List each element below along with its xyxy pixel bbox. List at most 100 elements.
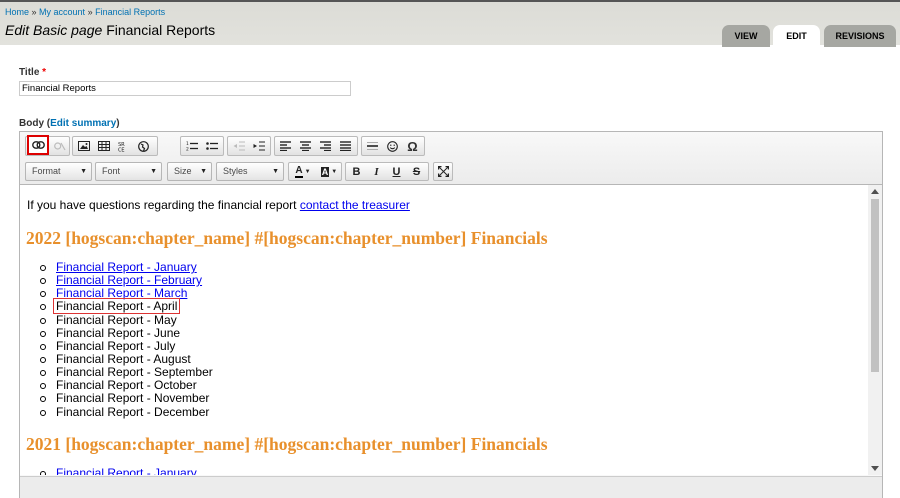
size-combo-label: Size xyxy=(174,166,192,176)
required-mark: * xyxy=(42,67,47,78)
intro-text: If you have questions regarding the fina… xyxy=(27,198,300,212)
bullet-icon xyxy=(40,396,46,403)
italic-button[interactable]: I xyxy=(368,164,385,179)
report-link[interactable]: Financial Report - January xyxy=(56,260,197,274)
report-text: Financial Report - August xyxy=(56,351,191,366)
bulleted-list-icon[interactable] xyxy=(203,138,220,154)
page-header: Home » My account » Financial Reports Ed… xyxy=(0,0,900,47)
image-icon[interactable] xyxy=(75,138,92,154)
edit-summary-link[interactable]: Edit summary xyxy=(50,118,116,129)
underline-button[interactable]: U xyxy=(388,164,405,179)
format-combo[interactable]: Format ▼ xyxy=(25,162,92,181)
strikethrough-button[interactable]: S xyxy=(408,164,425,179)
tab-edit[interactable]: EDIT xyxy=(773,25,820,47)
tab-revisions[interactable]: REVISIONS xyxy=(824,25,896,47)
omega-icon[interactable]: Ω xyxy=(404,138,421,154)
unlink-icon[interactable] xyxy=(51,138,68,154)
report-text: Financial Report - July xyxy=(56,338,176,353)
chevron-down-icon: ▼ xyxy=(150,168,157,175)
svg-text:2: 2 xyxy=(186,147,189,152)
background-color-button[interactable]: A ▼ xyxy=(317,164,341,179)
toolbar-group-maximize xyxy=(433,162,453,181)
smiley-icon[interactable] xyxy=(384,138,401,154)
bullet-icon xyxy=(40,343,46,350)
intro-paragraph: If you have questions regarding the fina… xyxy=(27,198,410,212)
body-label-text: Body xyxy=(19,118,44,129)
outdent-icon[interactable] xyxy=(230,138,247,154)
title-label: Title * xyxy=(19,67,46,78)
horizontal-rule-icon[interactable] xyxy=(364,138,381,154)
list-item: Financial Report - December xyxy=(40,405,213,419)
report-text: Financial Report - September xyxy=(56,365,213,380)
bullet-icon xyxy=(40,317,46,324)
format-combo-label: Format xyxy=(32,166,61,176)
table-icon[interactable] xyxy=(95,138,112,154)
chevron-down-icon: ▼ xyxy=(304,168,311,175)
toolbar-group-links xyxy=(25,135,70,156)
breadcrumb-separator: » xyxy=(29,7,40,17)
size-combo[interactable]: Size ▼ xyxy=(167,162,212,181)
indent-icon[interactable] xyxy=(250,138,267,154)
toolbar-group-insert: SR CE xyxy=(72,136,158,156)
chevron-down-icon: ▼ xyxy=(272,168,279,175)
align-center-icon[interactable] xyxy=(297,138,314,154)
bullet-icon xyxy=(40,304,46,311)
page: Home » My account » Financial Reports Ed… xyxy=(0,0,900,498)
chevron-down-icon: ▼ xyxy=(331,168,338,175)
bullet-icon xyxy=(40,409,46,416)
bullet-icon xyxy=(40,471,46,475)
align-right-icon[interactable] xyxy=(317,138,334,154)
toolbar-group-align xyxy=(274,136,358,156)
report-text: Financial Report - May xyxy=(56,312,177,327)
breadcrumb-financial-reports[interactable]: Financial Reports xyxy=(95,7,165,17)
source-icon[interactable]: SR CE xyxy=(115,138,132,154)
text-color-button[interactable]: A ▼ xyxy=(291,164,315,179)
bullet-icon xyxy=(40,278,46,285)
font-combo[interactable]: Font ▼ xyxy=(95,162,162,181)
chevron-down-icon: ▼ xyxy=(200,168,207,175)
text-color-icon: A xyxy=(295,164,303,178)
title-label-text: Title xyxy=(19,67,40,78)
report-link[interactable]: Financial Report - February xyxy=(56,273,202,287)
editor-toolbar: SR CE 12 Ω Format ▼ Font ▼ Size ▼ Styles… xyxy=(20,132,882,185)
globe-icon[interactable] xyxy=(135,138,152,154)
title-input[interactable] xyxy=(19,81,351,96)
maximize-icon[interactable] xyxy=(435,164,452,179)
editor-status-bar xyxy=(20,476,882,498)
link-icon[interactable] xyxy=(27,135,49,155)
scroll-thumb[interactable] xyxy=(871,199,879,372)
bold-button[interactable]: B xyxy=(348,164,365,179)
page-title: Edit Basic page Financial Reports xyxy=(5,22,215,38)
breadcrumb-my-account[interactable]: My account xyxy=(39,7,85,17)
contact-treasurer-link[interactable]: contact the treasurer xyxy=(300,198,410,212)
scroll-down-icon[interactable] xyxy=(871,466,879,471)
styles-combo[interactable]: Styles ▼ xyxy=(216,162,284,181)
align-left-icon[interactable] xyxy=(277,138,294,154)
tab-view[interactable]: VIEW xyxy=(722,25,770,47)
bullet-icon xyxy=(40,356,46,363)
scroll-up-icon[interactable] xyxy=(871,189,879,194)
bullet-icon xyxy=(40,330,46,337)
toolbar-group-special: Ω xyxy=(361,136,425,156)
toolbar-group-text-style: B I U S xyxy=(345,162,429,181)
toolbar-group-lists: 12 xyxy=(180,136,224,156)
editor-content[interactable]: If you have questions regarding the fina… xyxy=(20,185,868,475)
numbered-list-icon[interactable]: 12 xyxy=(183,138,200,154)
list-item: Financial Report - January xyxy=(40,466,197,476)
editor-scrollbar[interactable] xyxy=(868,185,882,475)
page-title-prefix: Edit Basic page xyxy=(5,22,103,38)
tabs: VIEW EDIT REVISIONS xyxy=(722,25,896,47)
font-combo-label: Font xyxy=(102,166,121,176)
page-title-name: Financial Reports xyxy=(106,22,216,38)
report-list-2022: Financial Report - January Financial Rep… xyxy=(40,260,213,419)
bullet-icon xyxy=(40,383,46,390)
section-heading-2022: 2022 [hogscan:chapter_name] #[hogscan:ch… xyxy=(26,228,548,248)
justify-icon[interactable] xyxy=(337,138,354,154)
report-text: Financial Report - October xyxy=(56,378,197,393)
rich-text-editor: SR CE 12 Ω Format ▼ Font ▼ Size ▼ Styles… xyxy=(19,131,883,498)
breadcrumb-home[interactable]: Home xyxy=(5,7,29,17)
report-list-2021: Financial Report - January xyxy=(40,466,197,476)
breadcrumb: Home » My account » Financial Reports xyxy=(5,7,165,17)
report-link[interactable]: Financial Report - January xyxy=(56,466,197,476)
styles-combo-label: Styles xyxy=(223,166,248,176)
